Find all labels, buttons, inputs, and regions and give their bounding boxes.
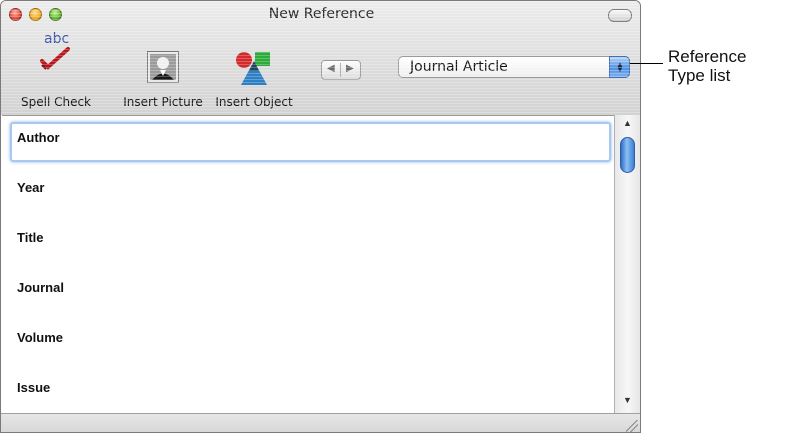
new-reference-window: New Reference abc Spell Check Insert Pic… xyxy=(0,0,641,433)
insert-picture-label: Insert Picture xyxy=(123,95,203,109)
nav-divider xyxy=(340,63,341,77)
reference-type-select[interactable]: Journal Article ▲ ▼ xyxy=(398,56,630,78)
next-arrow-icon[interactable]: ▶ xyxy=(346,63,354,74)
field-label-year: Year xyxy=(17,180,45,195)
previous-arrow-icon[interactable]: ◀ xyxy=(327,63,335,74)
vertical-scrollbar[interactable]: ▲ ▼ xyxy=(614,115,640,413)
field-label-title: Title xyxy=(17,230,44,245)
callout-line xyxy=(630,63,663,64)
reference-fields-area: Author Year Title Journal Volume Issue xyxy=(2,115,614,414)
spell-check-icon-text: abc xyxy=(44,31,69,47)
author-field[interactable] xyxy=(10,122,611,162)
resize-grip-icon[interactable] xyxy=(626,420,638,432)
callout-line-2: Type list xyxy=(668,66,731,85)
insert-object-icon xyxy=(234,51,274,87)
spell-check-icon: abc xyxy=(36,29,76,73)
field-label-author: Author xyxy=(17,130,60,145)
spell-check-label: Spell Check xyxy=(20,95,92,109)
insert-object-label: Insert Object xyxy=(215,95,293,109)
scroll-up-arrow-icon[interactable]: ▲ xyxy=(623,118,632,128)
titlebar-toolbar: New Reference abc Spell Check Insert Pic… xyxy=(1,1,640,115)
record-navigation: ◀ ▶ xyxy=(321,60,361,80)
insert-picture-icon xyxy=(147,51,179,87)
reference-type-dropdown-button[interactable]: ▲ ▼ xyxy=(609,56,630,78)
field-label-journal: Journal xyxy=(17,280,64,295)
callout-text: Reference Type list xyxy=(668,47,746,85)
updown-arrows-icon: ▲ ▼ xyxy=(616,60,624,74)
reference-type-value: Journal Article xyxy=(410,59,508,75)
window-title: New Reference xyxy=(268,6,375,22)
scroll-down-arrow-icon[interactable]: ▼ xyxy=(623,395,632,405)
toolbar-toggle-button[interactable] xyxy=(608,9,632,22)
field-label-volume: Volume xyxy=(17,330,63,345)
callout-line-1: Reference xyxy=(668,47,747,66)
scroll-thumb[interactable] xyxy=(620,137,635,173)
field-label-issue: Issue xyxy=(17,380,51,395)
window-bottom-bar xyxy=(1,413,640,432)
